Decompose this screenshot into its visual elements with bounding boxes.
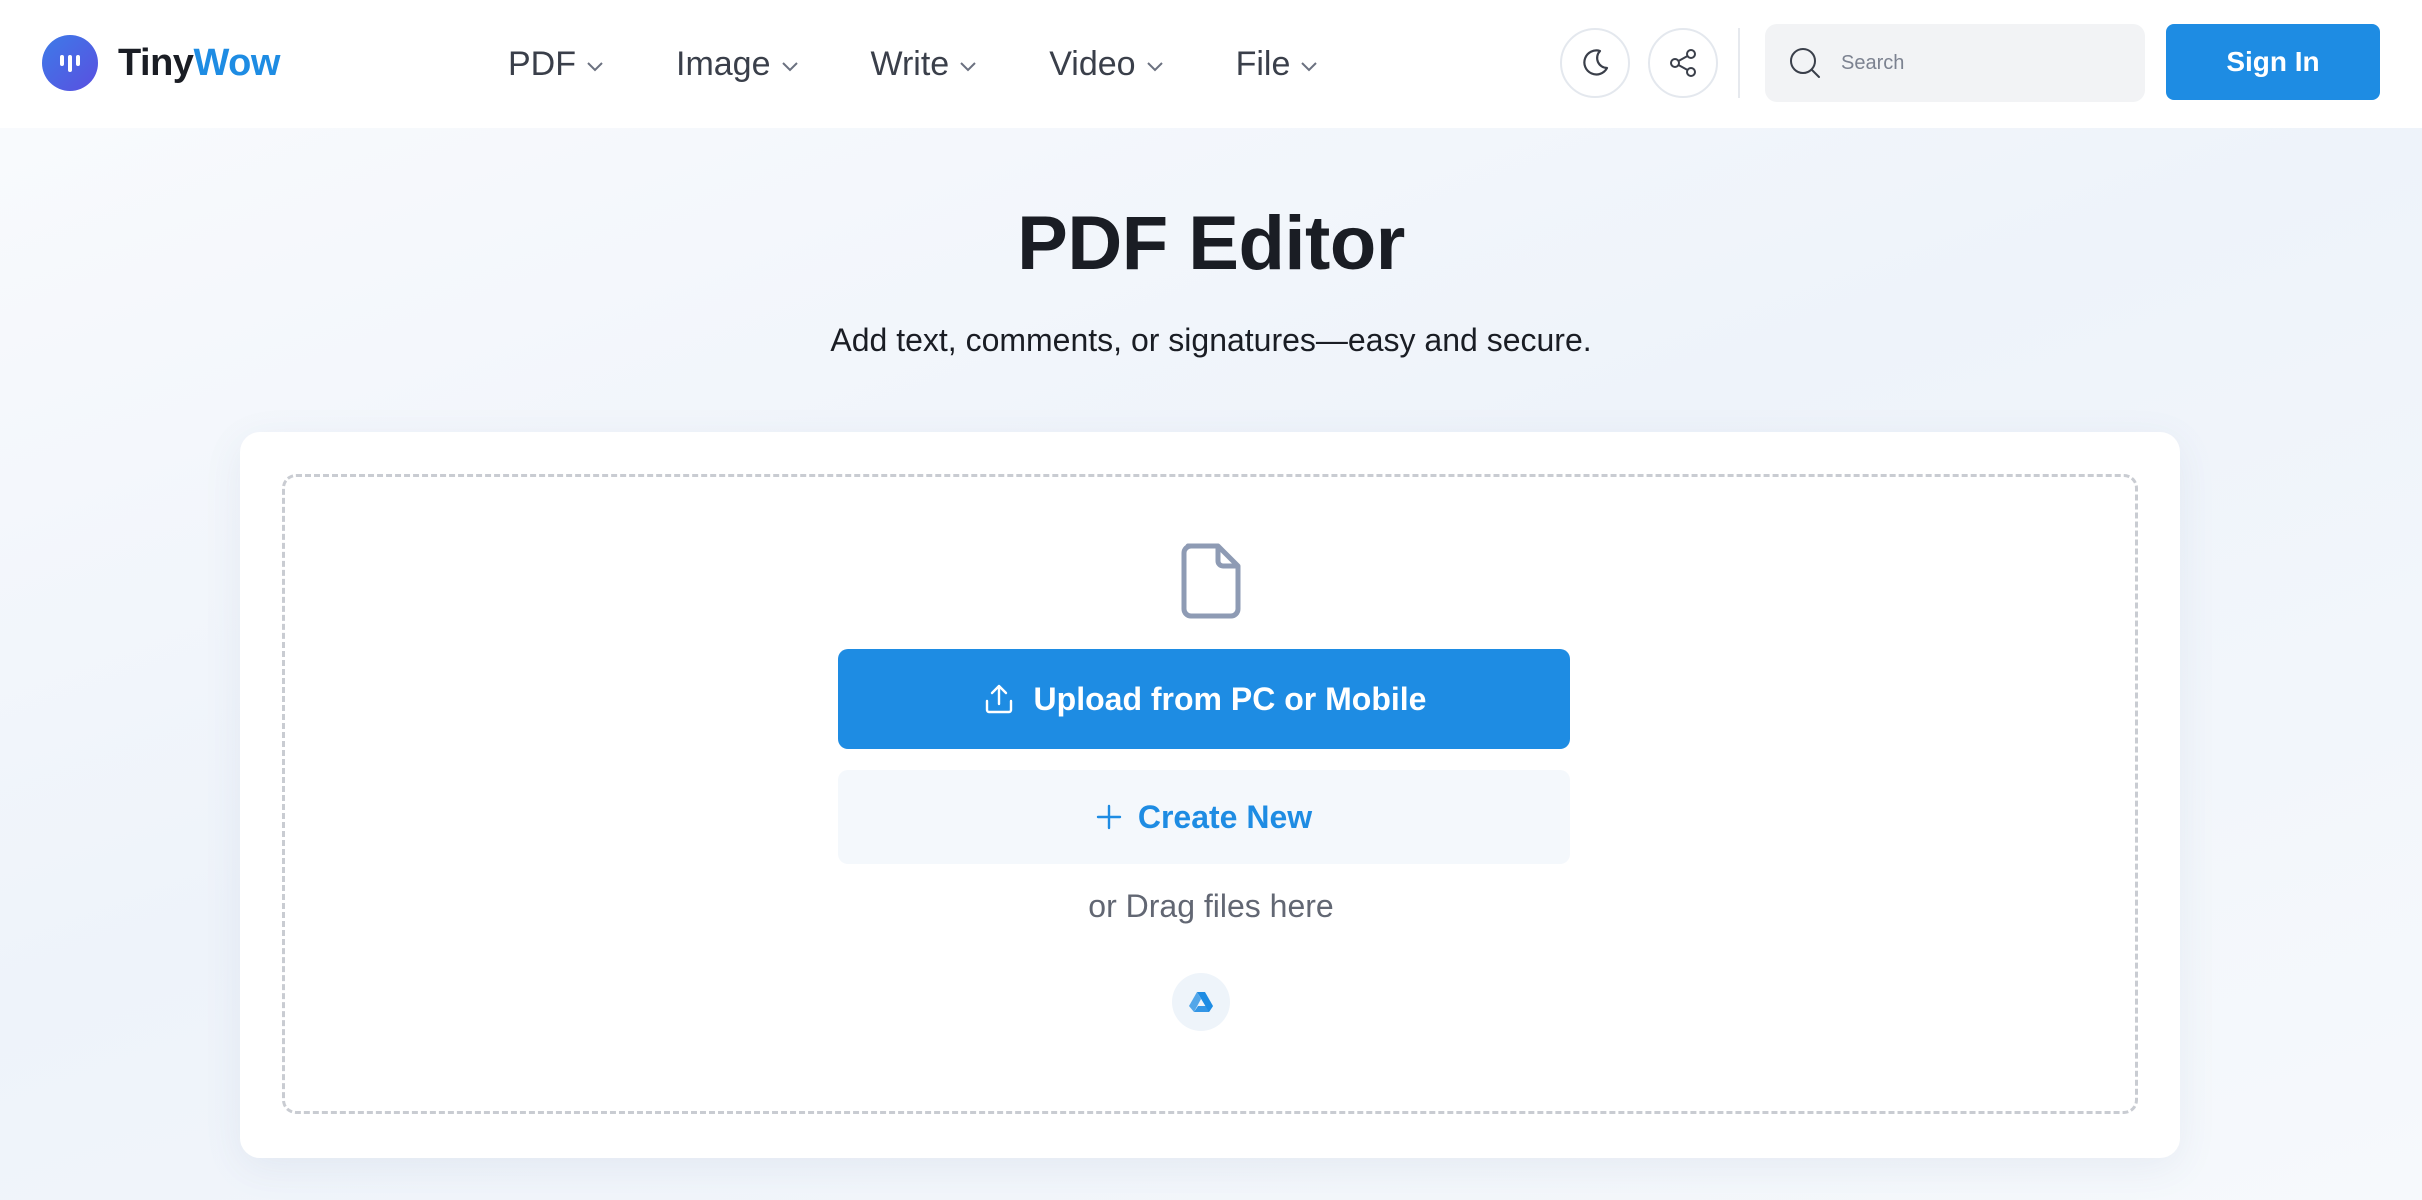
page-title: PDF Editor [1017, 201, 1405, 286]
upload-button[interactable]: Upload from PC or Mobile [838, 649, 1570, 749]
main-nav: PDF Image Write Video File [508, 0, 1390, 128]
sign-in-button[interactable]: Sign In [2166, 24, 2380, 100]
chevron-down-icon [781, 62, 798, 72]
drag-hint: or Drag files here [1088, 888, 1334, 924]
search-icon [1790, 48, 1820, 78]
plus-icon [1096, 804, 1122, 830]
upload-button-label: Upload from PC or Mobile [1033, 680, 1427, 717]
nav-image-label: Image [676, 44, 771, 83]
nav-pdf-label: PDF [508, 44, 576, 83]
page-subtitle: Add text, comments, or signatures—easy a… [830, 322, 1592, 358]
nav-image[interactable]: Image [676, 45, 799, 84]
nav-video[interactable]: Video [1049, 45, 1163, 84]
logo-icon [42, 35, 98, 91]
chevron-down-icon [960, 62, 976, 72]
search-box[interactable] [1765, 24, 2145, 102]
share-icon [1670, 49, 1696, 77]
nav-video-label: Video [1049, 44, 1136, 83]
chevron-down-icon [1146, 62, 1163, 72]
nav-write-label: Write [870, 44, 950, 83]
google-drive-icon [1189, 992, 1213, 1012]
create-new-button[interactable]: Create New [838, 770, 1570, 864]
nav-pdf[interactable]: PDF [508, 45, 604, 84]
header-divider [1738, 28, 1740, 98]
brand-name: TinyWow [118, 42, 280, 85]
top-header: TinyWow PDF Image Write Video File Searc… [0, 0, 2422, 128]
moon-icon [1583, 49, 1609, 76]
document-icon [1181, 543, 1241, 619]
share-button[interactable] [1648, 28, 1718, 98]
search-input[interactable] [1841, 51, 2131, 75]
chevron-down-icon [1301, 62, 1318, 72]
site-logo[interactable]: TinyWow [42, 35, 280, 91]
nav-file[interactable]: File [1236, 45, 1319, 84]
chevron-down-icon [587, 62, 603, 72]
nav-write[interactable]: Write [871, 45, 978, 84]
brand-name-part1: Tiny [118, 41, 194, 84]
google-drive-button[interactable] [1172, 973, 1230, 1031]
create-new-label: Create New [1137, 798, 1313, 835]
upload-icon [985, 684, 1012, 714]
brand-name-part2: Wow [193, 41, 280, 84]
nav-file-label: File [1235, 44, 1291, 83]
theme-toggle-button[interactable] [1560, 28, 1630, 98]
